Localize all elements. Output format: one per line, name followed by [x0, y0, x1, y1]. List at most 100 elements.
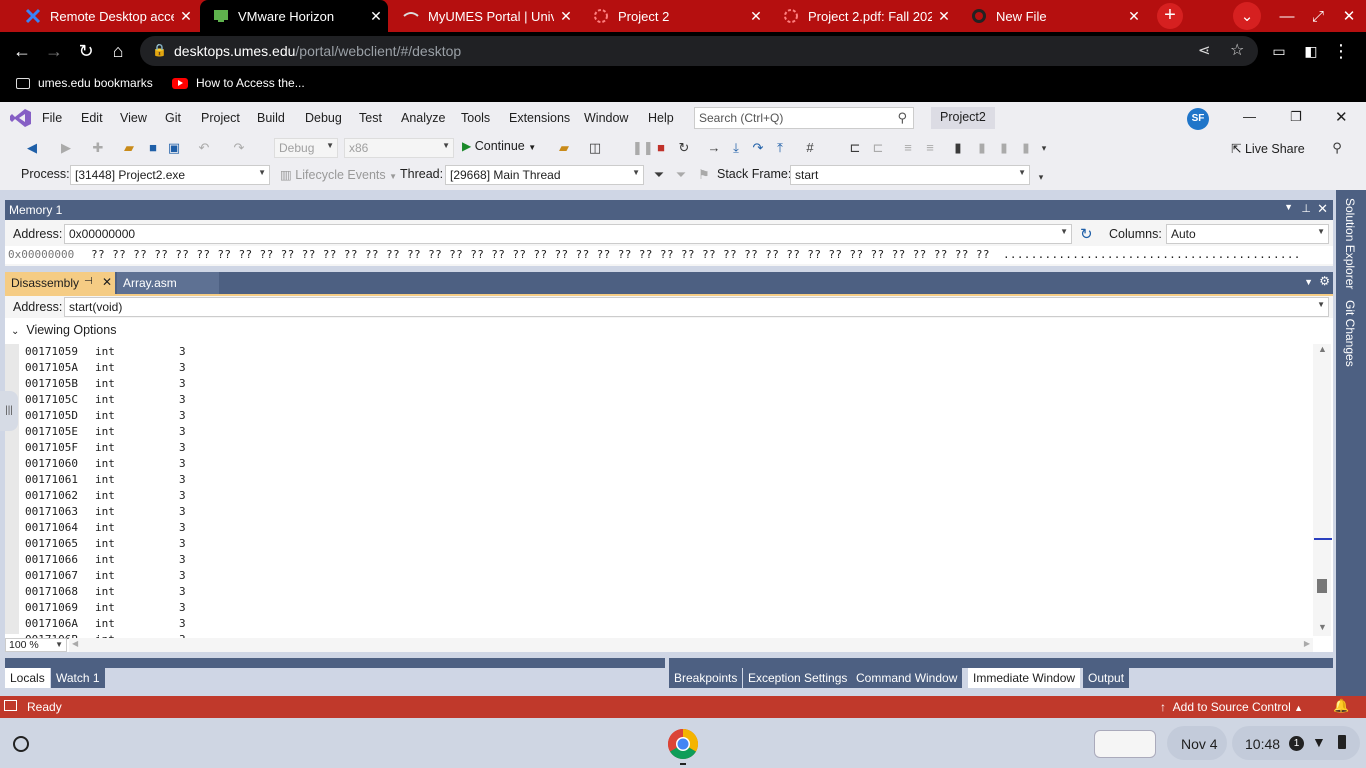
navigate-back-icon[interactable]: ◀ — [24, 140, 40, 156]
uncomment-icon[interactable]: ≡ — [922, 140, 938, 156]
side-panel-icon[interactable]: ◧ — [1300, 40, 1322, 62]
close-icon[interactable]: ✕ — [102, 275, 112, 289]
close-icon[interactable]: ✕ — [174, 8, 198, 25]
disassembly-row[interactable]: 00171063 int 3 — [25, 504, 186, 520]
browser-tab-new-file[interactable]: New File ✕ — [958, 0, 1146, 32]
step-out-icon[interactable]: ⤒ — [772, 140, 788, 156]
close-icon[interactable]: ✕ — [554, 8, 578, 25]
flag-threads-icon[interactable]: ⚑ — [696, 167, 712, 183]
save-all-icon[interactable]: ▣ — [166, 140, 182, 156]
disassembly-row[interactable]: 00171064 int 3 — [25, 520, 186, 536]
restore-icon[interactable]: ❐ — [1290, 109, 1302, 125]
reevaluate-icon[interactable]: ↻ — [1080, 225, 1093, 243]
close-window-icon[interactable]: ✕ — [1334, 0, 1364, 32]
window-menu-icon[interactable]: ▼ — [1284, 202, 1293, 212]
chrome-icon[interactable] — [667, 728, 699, 760]
continue-button[interactable]: ▶ Continue ▼ — [462, 139, 536, 153]
parallel-icon[interactable]: ⊏ — [870, 140, 886, 156]
menu-analyze[interactable]: Analyze — [401, 111, 445, 125]
reload-icon[interactable]: ↻ — [75, 40, 97, 62]
disassembly-row[interactable]: 0017106A int 3 — [25, 616, 186, 632]
scroll-left-icon[interactable]: ◀ — [72, 639, 78, 648]
disassembly-row[interactable]: 0017105E int 3 — [25, 424, 186, 440]
step-into-icon[interactable]: ⤓ — [728, 140, 744, 156]
config-dropdown[interactable]: Debug ▼ — [274, 138, 338, 158]
disassembly-row[interactable]: 0017105A int 3 — [25, 360, 186, 376]
comment-icon[interactable]: ≡ — [900, 140, 916, 156]
menu-project[interactable]: Project — [201, 111, 240, 125]
pause-icon[interactable]: ❚❚ — [632, 140, 654, 156]
tab-command-window[interactable]: Command Window — [851, 668, 963, 688]
close-icon[interactable]: ✕ — [364, 8, 388, 25]
output-window-icon[interactable] — [4, 700, 17, 711]
navigate-forward-icon[interactable]: ▶ — [58, 140, 74, 156]
menu-test[interactable]: Test — [359, 111, 382, 125]
disassembly-row[interactable]: 00171061 int 3 — [25, 472, 186, 488]
browser-tab-vmware-horizon[interactable]: VMware Horizon ✕ — [200, 0, 388, 32]
disassembly-row[interactable]: 0017105D int 3 — [25, 408, 186, 424]
next-bookmark-icon[interactable]: ▮ — [996, 140, 1012, 156]
avatar[interactable]: SF — [1187, 108, 1209, 130]
scroll-right-icon[interactable]: ▶ — [1304, 639, 1310, 648]
disassembly-row[interactable]: 00171069 int 3 — [25, 600, 186, 616]
close-icon[interactable]: ✕ — [1122, 8, 1146, 25]
disassembly-row[interactable]: 00171066 int 3 — [25, 552, 186, 568]
back-icon[interactable]: ← — [11, 40, 33, 62]
tab-disassembly[interactable]: Disassembly ⊣ ✕ — [5, 272, 115, 294]
lifecycle-events-button[interactable]: ▥ Lifecycle Events ▼ — [280, 167, 397, 182]
menu-help[interactable]: Help — [648, 111, 674, 125]
live-share-button[interactable]: ⇱ Live Share — [1231, 141, 1305, 156]
stack-frame-dropdown[interactable]: start ▼ — [790, 165, 1030, 185]
forward-icon[interactable]: → — [43, 40, 65, 62]
tab-search-button[interactable]: ⌄ — [1233, 2, 1261, 30]
bookmark-star-icon[interactable]: ☆ — [1230, 40, 1244, 60]
bookmark-how-to-access[interactable]: How to Access the... — [172, 76, 305, 90]
platform-dropdown[interactable]: x86 ▼ — [344, 138, 454, 158]
cast-icon[interactable]: ▭ — [1268, 40, 1290, 62]
bookmark-umes-folder[interactable]: umes.edu bookmarks — [16, 76, 153, 90]
minimize-icon[interactable]: — — [1243, 109, 1256, 124]
prev-bookmark-icon[interactable]: ▮ — [974, 140, 990, 156]
thread-icon[interactable]: ⊏ — [847, 140, 863, 156]
close-icon[interactable]: ✕ — [744, 8, 768, 25]
filter-icon[interactable]: ⏷ — [651, 167, 667, 183]
tab-breakpoints[interactable]: Breakpoints — [669, 668, 743, 688]
show-next-statement-icon[interactable]: → — [706, 140, 722, 156]
toolbar-overflow-icon[interactable]: ▾ — [1036, 140, 1052, 156]
tote-thumbnail[interactable] — [1094, 730, 1156, 758]
disassembly-row[interactable]: 00171067 int 3 — [25, 568, 186, 584]
home-icon[interactable]: ⌂ — [107, 40, 129, 62]
menu-debug[interactable]: Debug — [305, 111, 342, 125]
scroll-thumb[interactable] — [1317, 579, 1327, 593]
disassembly-row[interactable]: 0017105B int 3 — [25, 376, 186, 392]
disassembly-row[interactable]: 00171068 int 3 — [25, 584, 186, 600]
restart-icon[interactable]: ↻ — [676, 140, 692, 156]
search-input[interactable]: Search (Ctrl+Q) ⚲ — [694, 107, 914, 129]
scroll-up-icon[interactable]: ▲ — [1318, 344, 1327, 354]
disassembly-row[interactable]: 00171062 int 3 — [25, 488, 186, 504]
screenshot-icon[interactable]: ◫ — [587, 140, 603, 156]
menu-extensions[interactable]: Extensions — [509, 111, 570, 125]
undo-icon[interactable]: ↶ — [196, 140, 212, 156]
launcher-icon[interactable] — [13, 736, 29, 752]
close-icon[interactable]: ✕ — [932, 8, 956, 25]
scroll-down-icon[interactable]: ▼ — [1318, 622, 1327, 632]
restore-icon[interactable]: ⤢ — [1303, 0, 1333, 32]
bookmark-icon[interactable]: ▮ — [950, 140, 966, 156]
feedback-icon[interactable]: ⚲ — [1329, 140, 1345, 156]
vertical-scrollbar[interactable]: ▲ ▼ — [1313, 344, 1332, 636]
new-tab-button[interactable]: + — [1157, 3, 1183, 29]
add-to-source-control-button[interactable]: ↑ Add to Source Control ▲ — [1160, 700, 1303, 714]
toolbar-overflow-icon[interactable]: ▾ — [1033, 169, 1049, 185]
tab-array-asm[interactable]: Array.asm — [117, 272, 219, 294]
open-file-icon[interactable]: ▰ — [121, 140, 137, 156]
date-text[interactable]: Nov 4 — [1181, 736, 1218, 752]
menu-view[interactable]: View — [120, 111, 147, 125]
gear-icon[interactable]: ⚙ — [1319, 274, 1330, 288]
step-over-icon[interactable]: ↷ — [750, 140, 766, 156]
tab-locals[interactable]: Locals — [5, 668, 50, 688]
close-icon[interactable]: ✕ — [1335, 108, 1348, 126]
share-icon[interactable]: ⋖ — [1198, 41, 1211, 59]
disassembly-row[interactable]: 00171059 int 3 — [25, 344, 186, 360]
zoom-dropdown[interactable]: 100 % ▼ — [5, 638, 67, 652]
